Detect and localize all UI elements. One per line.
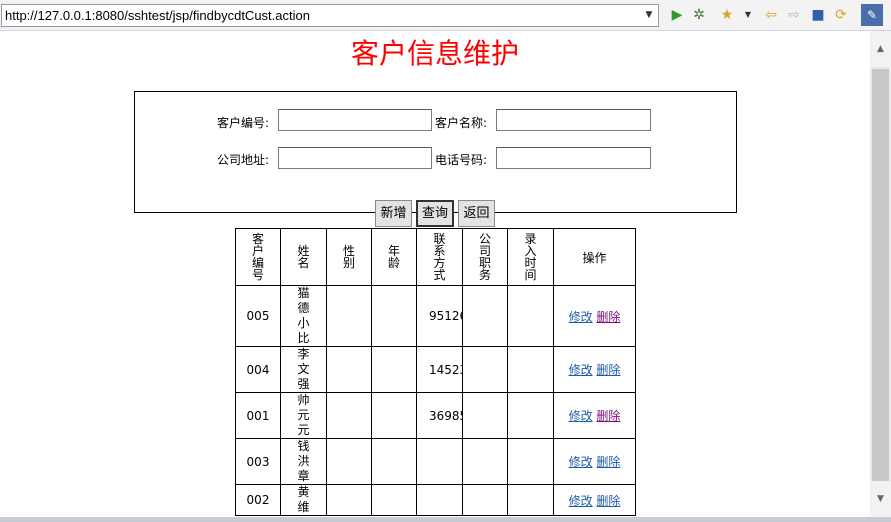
cell-position <box>462 392 508 439</box>
stop-icon[interactable]: ■ <box>809 6 827 24</box>
delete-link[interactable]: 删除 <box>596 455 620 469</box>
delete-link[interactable]: 删除 <box>596 363 620 377</box>
cust-name-label: 客户名称: <box>435 116 488 130</box>
add-button[interactable]: 新增 <box>375 200 412 227</box>
cell-id: 005 <box>235 285 281 347</box>
table-row: 001 帅元元 369852 修改 删除 <box>235 392 636 439</box>
cell-name: 黄维 <box>280 484 327 516</box>
run-icon[interactable]: ▶ <box>668 6 686 24</box>
back-button[interactable]: 返回 <box>458 200 495 227</box>
favorites-icon[interactable]: ★ <box>718 6 736 24</box>
cell-position <box>462 484 508 516</box>
column-header: 公司职务 <box>462 228 508 286</box>
delete-link[interactable]: 删除 <box>596 494 620 508</box>
search-panel: 客户编号: 客户名称: 公司地址: 电话号码: <box>134 91 737 213</box>
cell-position <box>462 438 508 485</box>
edit-link[interactable]: 修改 <box>569 363 593 377</box>
cell-time <box>507 346 554 393</box>
cell-age <box>371 346 417 393</box>
browser-logo-icon: ✎ <box>861 4 883 26</box>
vertical-scrollbar[interactable]: ▲ ▼ <box>870 31 891 517</box>
back-arrow-icon[interactable]: ⇦ <box>762 6 780 24</box>
customer-table: 客户编号 姓名 性别 年龄 联系方式 公司职务 录入时间 操作 005 猫德小比… <box>235 228 636 516</box>
address-input[interactable] <box>278 147 432 169</box>
column-header: 姓名 <box>280 228 327 286</box>
address-bar[interactable]: http://127.0.0.1:8080/sshtest/jsp/findby… <box>1 4 659 27</box>
cell-age <box>371 438 417 485</box>
cust-no-input[interactable] <box>278 109 432 131</box>
cell-name: 钱洪章 <box>280 438 327 485</box>
cell-position <box>462 285 508 347</box>
cell-age <box>371 285 417 347</box>
cell-name: 帅元元 <box>280 392 327 439</box>
window-bottom-border <box>0 517 891 522</box>
table-row: 004 李文强 145236 修改 删除 <box>235 346 636 393</box>
phone-input[interactable] <box>496 147 651 169</box>
edit-link[interactable]: 修改 <box>569 455 593 469</box>
cell-contact <box>416 438 463 485</box>
cell-age <box>371 484 417 516</box>
edit-link[interactable]: 修改 <box>569 494 593 508</box>
table-header-row: 客户编号 姓名 性别 年龄 联系方式 公司职务 录入时间 操作 <box>235 228 636 286</box>
browser-toolbar: http://127.0.0.1:8080/sshtest/jsp/findby… <box>0 0 891 31</box>
cell-contact: 145236 <box>416 346 463 393</box>
delete-link[interactable]: 删除 <box>596 409 620 423</box>
cell-name: 李文强 <box>280 346 327 393</box>
cell-gender <box>326 285 372 347</box>
table-row: 003 钱洪章 修改 删除 <box>235 438 636 485</box>
column-header: 年龄 <box>371 228 417 286</box>
chevron-down-icon[interactable]: ▼ <box>640 5 658 26</box>
cell-actions: 修改 删除 <box>553 346 636 393</box>
cell-gender <box>326 438 372 485</box>
cell-id: 001 <box>235 392 281 439</box>
cell-position <box>462 346 508 393</box>
page-title: 客户信息维护 <box>350 37 519 70</box>
scroll-up-icon[interactable]: ▲ <box>870 31 891 67</box>
cell-id: 003 <box>235 438 281 485</box>
cell-actions: 修改 删除 <box>553 392 636 439</box>
delete-link[interactable]: 删除 <box>596 310 620 324</box>
edit-link[interactable]: 修改 <box>569 310 593 324</box>
cell-gender <box>326 392 372 439</box>
column-header: 联系方式 <box>416 228 463 286</box>
cell-id: 002 <box>235 484 281 516</box>
table-row: 002 黄维 修改 删除 <box>235 484 636 516</box>
debug-icon[interactable]: ✲ <box>690 6 708 24</box>
cell-contact: 369852 <box>416 392 463 439</box>
cell-gender <box>326 484 372 516</box>
cell-contact: 951263 <box>416 285 463 347</box>
scrollbar-thumb[interactable] <box>872 69 889 481</box>
column-header: 录入时间 <box>507 228 554 286</box>
favorites-dropdown-icon[interactable]: ▼ <box>739 6 757 24</box>
cust-no-label: 客户编号: <box>217 116 270 130</box>
column-header: 性别 <box>326 228 372 286</box>
cell-time <box>507 285 554 347</box>
cell-time <box>507 392 554 439</box>
cell-actions: 修改 删除 <box>553 285 636 347</box>
phone-label: 电话号码: <box>435 153 488 167</box>
cell-gender <box>326 346 372 393</box>
cell-name: 猫德小比 <box>280 285 327 347</box>
cell-contact <box>416 484 463 516</box>
forward-arrow-icon[interactable]: ⇨ <box>785 6 803 24</box>
refresh-icon[interactable]: ⟳ <box>832 6 850 24</box>
query-button[interactable]: 查询 <box>416 200 454 227</box>
cell-id: 004 <box>235 346 281 393</box>
cust-name-input[interactable] <box>496 109 651 131</box>
column-header: 客户编号 <box>235 228 281 286</box>
cell-actions: 修改 删除 <box>553 484 636 516</box>
cell-age <box>371 392 417 439</box>
scroll-down-icon[interactable]: ▼ <box>870 481 891 517</box>
address-label: 公司地址: <box>217 153 270 167</box>
cell-time <box>507 438 554 485</box>
cell-actions: 修改 删除 <box>553 438 636 485</box>
table-row: 005 猫德小比 951263 修改 删除 <box>235 285 636 347</box>
edit-link[interactable]: 修改 <box>569 409 593 423</box>
cell-time <box>507 484 554 516</box>
column-header: 操作 <box>553 228 636 286</box>
